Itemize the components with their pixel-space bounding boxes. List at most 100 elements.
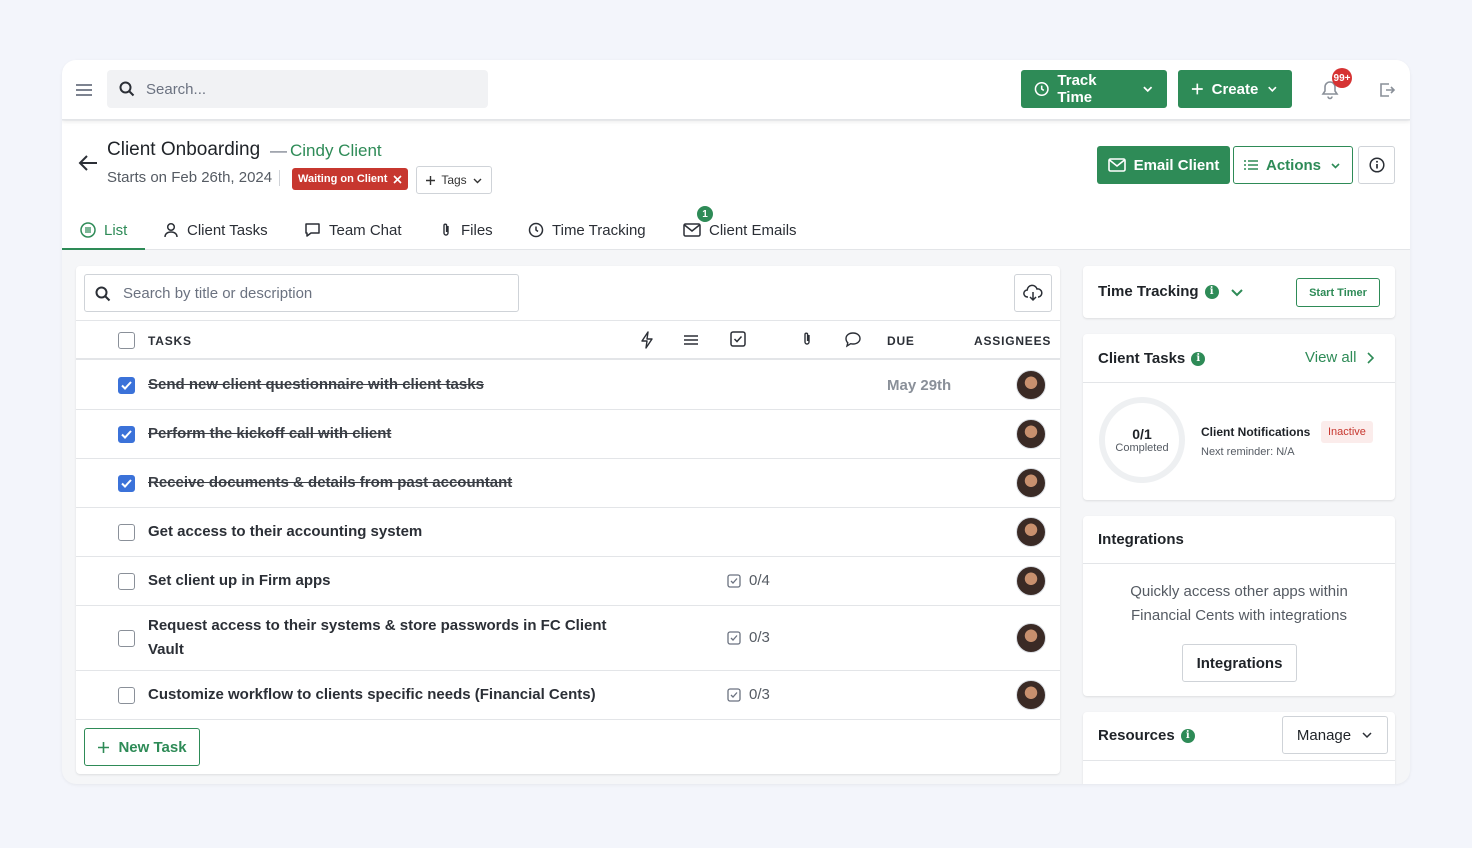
checklist-icon (730, 331, 746, 347)
card-divider (1083, 760, 1395, 761)
comment-icon (845, 332, 861, 348)
subtask-count-value: 0/4 (749, 572, 770, 589)
list-icon (80, 222, 96, 238)
tab-list[interactable]: List (80, 210, 127, 250)
task-checkbox[interactable] (118, 377, 135, 394)
task-checkbox[interactable] (118, 426, 135, 443)
manage-dropdown[interactable]: Manage (1282, 716, 1388, 754)
status-label: Waiting on Client (298, 173, 388, 185)
task-name[interactable]: Customize workflow to clients specific n… (148, 683, 596, 707)
tab-team-chat[interactable]: Team Chat (304, 210, 402, 250)
card-divider (1083, 563, 1395, 564)
checklist-icon (727, 573, 741, 588)
task-checkbox[interactable] (118, 475, 135, 492)
task-row[interactable]: Request access to their systems & store … (76, 606, 1060, 671)
assignee-avatar[interactable] (1016, 680, 1046, 710)
assignee-avatar[interactable] (1016, 419, 1046, 449)
task-checkbox[interactable] (118, 630, 135, 647)
task-checkbox[interactable] (118, 524, 135, 541)
task-name[interactable]: Get access to their accounting system (148, 520, 422, 544)
manage-label: Manage (1296, 726, 1352, 744)
page-title: Client Onboarding (107, 139, 261, 160)
task-row[interactable]: Send new client questionnaire with clien… (76, 361, 1060, 410)
chevron-down-icon (1331, 162, 1340, 169)
info-button[interactable] (1358, 146, 1395, 184)
task-name[interactable]: Perform the kickoff call with client (148, 422, 391, 446)
client-tasks-title-text: Client Tasks (1098, 350, 1186, 367)
client-notifications-title: Client Notifications (1201, 425, 1311, 439)
tags-dropdown[interactable]: Tags (416, 166, 492, 194)
task-checkbox[interactable] (118, 687, 135, 704)
mail-icon (1107, 158, 1126, 172)
info-icon[interactable]: i (1180, 728, 1195, 743)
info-icon[interactable]: i (1204, 284, 1219, 299)
card-divider (1083, 382, 1395, 383)
create-label: Create (1211, 80, 1259, 98)
assignee-avatar[interactable] (1016, 517, 1046, 547)
view-all-label: View all (1305, 349, 1357, 366)
email-client-button[interactable]: Email Client (1097, 146, 1230, 184)
subtask-count-value: 0/3 (749, 629, 770, 646)
task-row[interactable]: Get access to their accounting system (76, 508, 1060, 557)
title-separator: — (270, 141, 287, 160)
task-search-input[interactable]: Search by title or description (84, 274, 519, 312)
actions-button[interactable]: Actions (1233, 146, 1353, 184)
task-row[interactable]: Perform the kickoff call with client (76, 410, 1060, 459)
logout-icon[interactable] (1378, 81, 1396, 99)
task-checkbox[interactable] (118, 573, 135, 590)
integrations-button[interactable]: Integrations (1182, 644, 1297, 682)
task-name[interactable]: Request access to their systems & store … (148, 614, 618, 662)
app-window: Search... Track Time Create 99+ Client O… (62, 60, 1410, 784)
tab-files[interactable]: Files (439, 210, 493, 250)
select-all-checkbox[interactable] (118, 332, 135, 349)
resources-title: Resources i (1098, 727, 1195, 744)
chevron-down-icon (1142, 86, 1152, 93)
tab-time-tracking-label: Time Tracking (552, 221, 646, 239)
subtask-count: 0/3 (727, 686, 770, 703)
clock-icon (528, 222, 544, 238)
hamburger-menu-icon[interactable] (74, 80, 94, 100)
task-name[interactable]: Set client up in Firm apps (148, 569, 331, 593)
time-tracking-title-text: Time Tracking (1098, 283, 1199, 300)
chat-icon (305, 223, 320, 237)
track-time-button[interactable]: Track Time (1021, 70, 1167, 108)
time-tracking-card: Time Tracking i Start Timer (1083, 266, 1395, 318)
client-emails-count-badge: 1 (695, 204, 715, 224)
assignee-avatar[interactable] (1016, 370, 1046, 400)
chevron-down-icon (1268, 86, 1277, 92)
close-icon[interactable] (393, 174, 402, 184)
global-search-input[interactable]: Search... (107, 70, 488, 108)
lightning-icon (641, 331, 653, 349)
info-icon[interactable]: i (1191, 351, 1206, 366)
tab-time-tracking[interactable]: Time Tracking (528, 210, 646, 250)
chevron-down-icon (1362, 732, 1372, 739)
tab-client-emails-label: Client Emails (709, 221, 797, 239)
task-row[interactable]: Customize workflow to clients specific n… (76, 671, 1060, 720)
tags-label: Tags (441, 173, 467, 187)
task-name[interactable]: Receive documents & details from past ac… (148, 471, 512, 495)
task-row[interactable]: Receive documents & details from past ac… (76, 459, 1060, 508)
status-badge[interactable]: Waiting on Client (292, 168, 409, 190)
back-arrow-icon[interactable] (78, 154, 98, 172)
search-icon (95, 286, 111, 302)
subtask-count: 0/3 (727, 629, 770, 646)
active-tab-underline (62, 248, 145, 250)
new-task-button[interactable]: New Task (84, 728, 200, 766)
client-name-link[interactable]: Cindy Client (290, 141, 382, 161)
assignee-avatar[interactable] (1016, 566, 1046, 596)
task-name[interactable]: Send new client questionnaire with clien… (148, 373, 484, 397)
chevron-down-icon[interactable] (1229, 285, 1245, 299)
assignee-avatar[interactable] (1016, 468, 1046, 498)
task-row[interactable]: Set client up in Firm apps 0/4 (76, 557, 1060, 606)
start-date: Starts on Feb 26th, 2024 (107, 169, 273, 186)
assignee-avatar[interactable] (1016, 623, 1046, 653)
view-all-link[interactable]: View all (1305, 349, 1375, 366)
download-button[interactable] (1014, 274, 1052, 312)
info-icon (1368, 157, 1385, 173)
tab-client-tasks[interactable]: Client Tasks (163, 210, 268, 250)
create-button[interactable]: Create (1178, 70, 1292, 108)
integrations-card: Integrations Quickly access other apps w… (1083, 516, 1395, 696)
completion-ring: 0/1 Completed (1099, 397, 1185, 483)
checklist-icon (727, 630, 741, 645)
start-timer-button[interactable]: Start Timer (1296, 278, 1380, 307)
